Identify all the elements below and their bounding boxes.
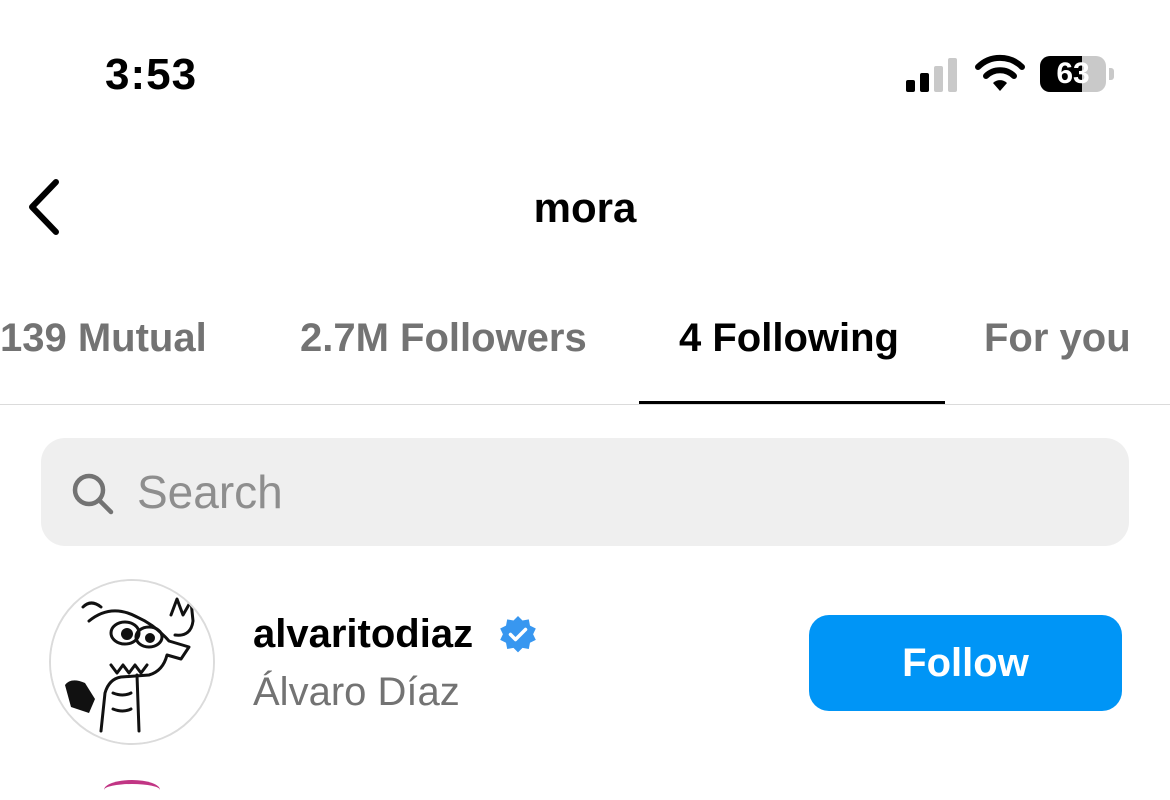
battery-icon: 63 <box>1040 56 1116 94</box>
cellular-signal-icon <box>906 58 957 92</box>
status-time: 3:53 <box>105 50 198 99</box>
full-name: Álvaro Díaz <box>253 670 460 714</box>
search-icon <box>72 473 114 515</box>
tab-following[interactable]: 4 Following <box>679 316 899 361</box>
tabs-divider <box>0 404 1170 405</box>
avatar[interactable] <box>49 579 215 745</box>
tab-followers[interactable]: 2.7M Followers <box>300 316 587 361</box>
search-input[interactable] <box>137 458 1097 526</box>
username[interactable]: alvaritodiaz <box>253 612 473 657</box>
page-title: mora <box>533 184 637 231</box>
verified-badge-icon <box>500 616 536 653</box>
wifi-icon <box>975 54 1025 91</box>
follow-button[interactable]: Follow <box>809 615 1122 711</box>
search-bar[interactable] <box>41 438 1129 546</box>
active-tab-indicator <box>639 401 945 404</box>
next-avatar-ring[interactable] <box>104 780 160 800</box>
battery-level: 63 <box>1056 57 1090 90</box>
cartoon-crocodile-avatar-image <box>51 581 213 743</box>
tab-for-you[interactable]: For you <box>984 316 1131 361</box>
tab-mutual[interactable]: 139 Mutual <box>0 316 207 361</box>
